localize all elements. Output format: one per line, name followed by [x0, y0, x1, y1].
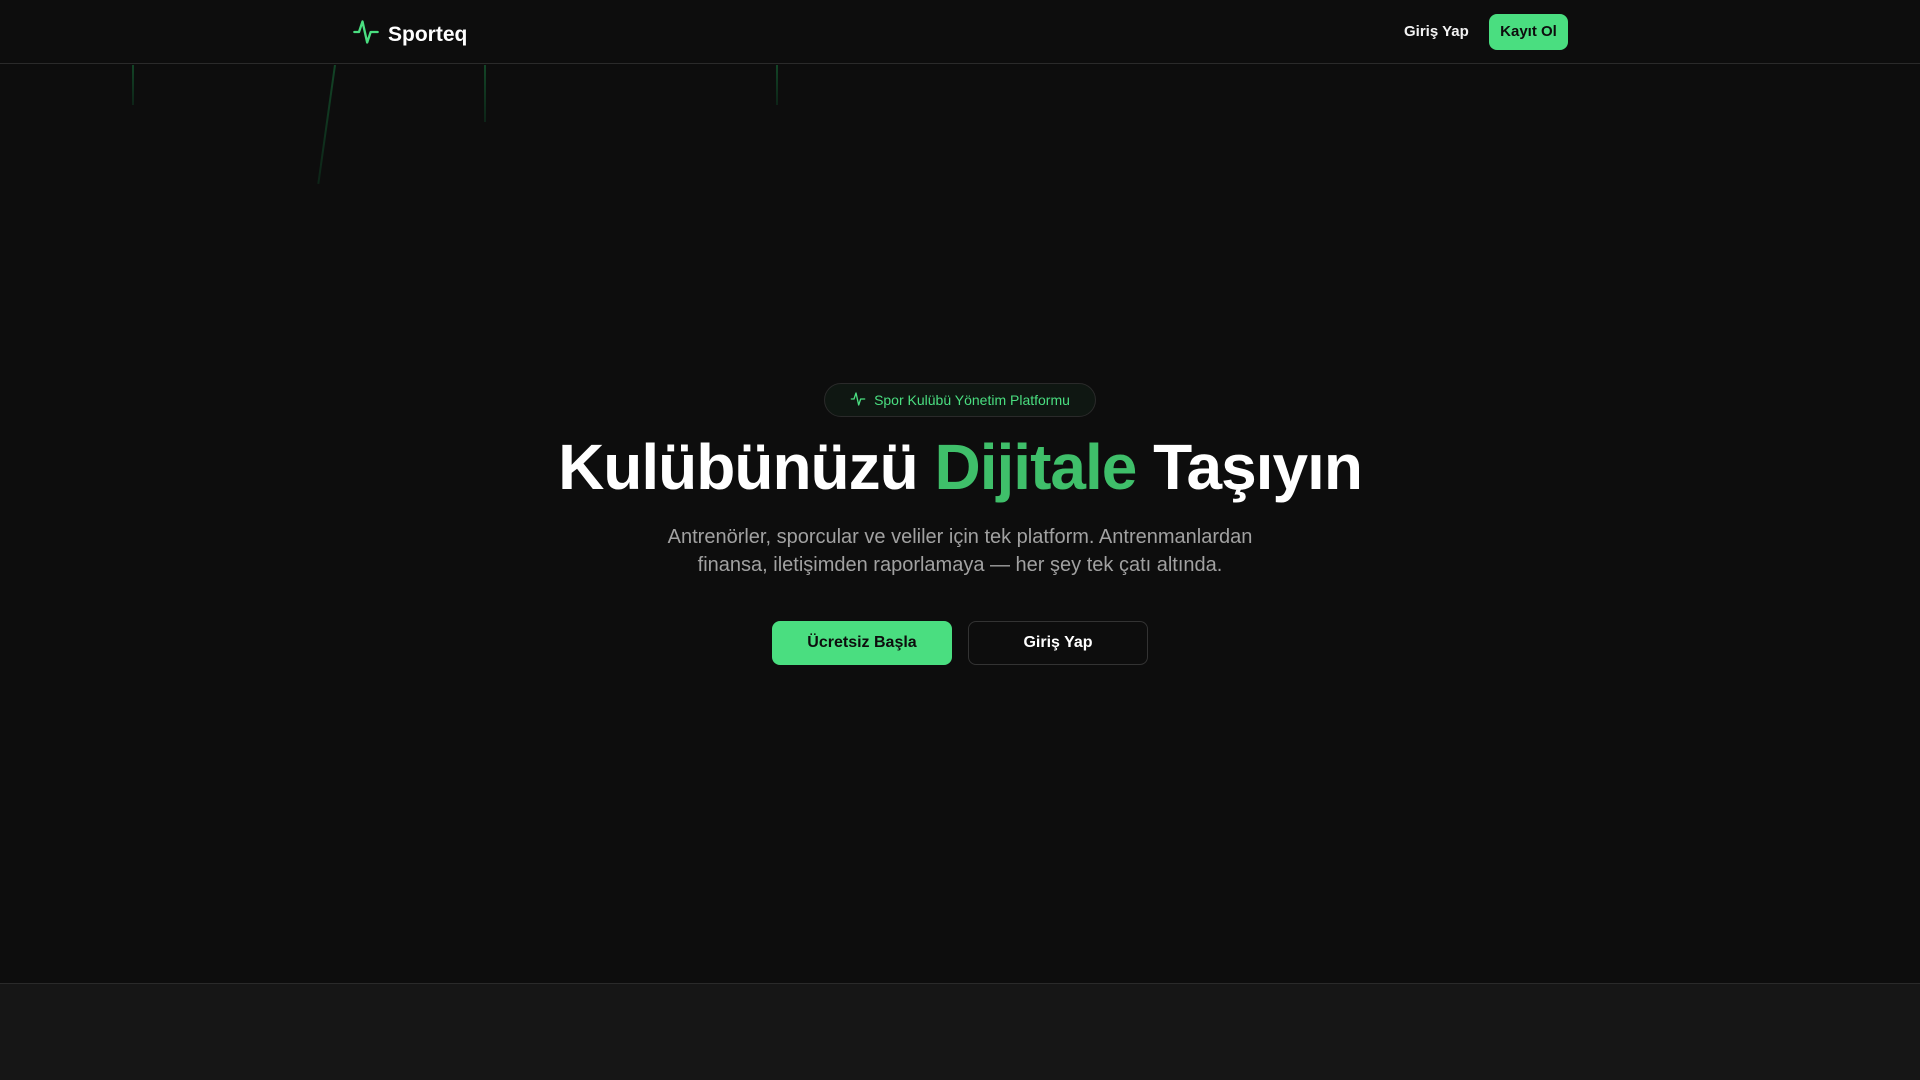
decorative-streak: [317, 65, 336, 184]
hero-section: Spor Kulübü Yönetim Platformu Kulübünüzü…: [0, 65, 1920, 983]
decorative-streak: [132, 65, 134, 105]
start-free-button[interactable]: Ücretsiz Başla: [772, 621, 952, 665]
title-part: Kulübünüzü: [558, 431, 919, 503]
title-part: Taşıyın: [1153, 431, 1363, 503]
nav-login-link[interactable]: Giriş Yap: [1392, 14, 1481, 50]
login-button[interactable]: Giriş Yap: [968, 621, 1148, 665]
hero-subtitle: Antrenörler, sporcular ve veliler için t…: [610, 523, 1310, 579]
activity-pulse-icon: [850, 391, 866, 410]
brand-logo[interactable]: Sporteq: [352, 18, 467, 51]
title-accent: Dijitale: [934, 431, 1138, 503]
next-section: [0, 983, 1920, 1080]
subtitle-line: Antrenörler, sporcular ve veliler için t…: [667, 526, 1253, 548]
subtitle-line: finansa, iletişimden raporlamaya — her ş…: [697, 554, 1223, 576]
nav-signup-button[interactable]: Kayıt Ol: [1489, 14, 1568, 50]
activity-pulse-icon: [352, 18, 380, 51]
badge-label: Spor Kulübü Yönetim Platformu: [874, 392, 1070, 408]
decorative-streak: [776, 65, 778, 105]
brand-name: Sporteq: [388, 22, 468, 46]
hero-title: Kulübünüzü Dijitale Taşıyın: [0, 430, 1920, 504]
top-navbar: Sporteq Giriş Yap Kayıt Ol: [0, 0, 1920, 64]
decorative-streak: [484, 65, 486, 122]
platform-badge: Spor Kulübü Yönetim Platformu: [824, 383, 1096, 417]
